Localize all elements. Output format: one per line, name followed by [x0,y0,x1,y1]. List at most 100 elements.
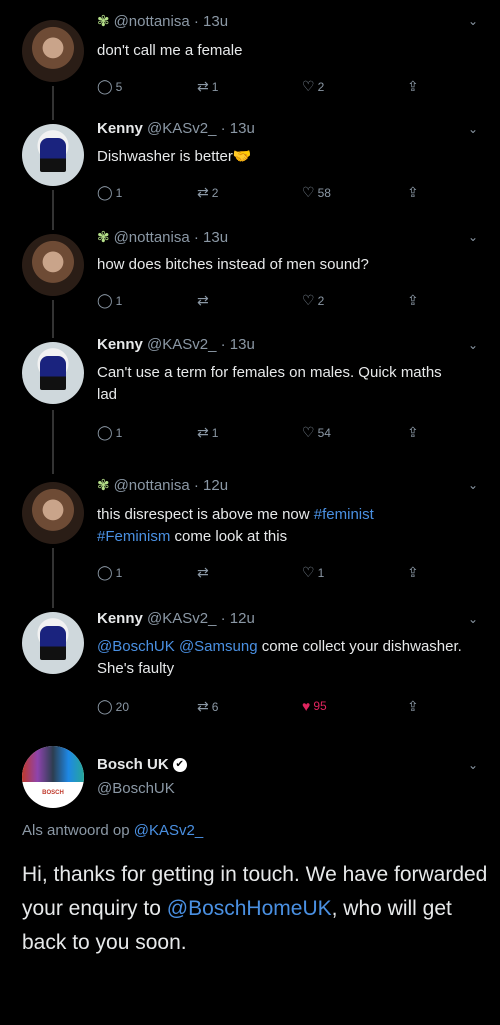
tweet-header: Kenny @KASv2_ · 13u [97,120,255,137]
chevron-down-icon[interactable]: ⌄ [468,478,478,492]
share-icon: ⇪ [407,78,419,94]
tweet-thread: ✾ @nottanisa · 13u ⌄ don't call me a fema… [0,0,500,1025]
replying-to: Als antwoord op @KASv2_ [22,822,204,839]
heart-icon: ♡ [302,78,315,94]
verified-icon: ✔ [172,758,187,773]
chevron-down-icon[interactable]: ⌄ [468,122,478,136]
reply-button[interactable]: ◯ 5 [97,78,122,95]
retweet-icon: ⇄ [197,292,209,308]
butterfly-icon: ✾ [97,229,110,246]
hashtag-link[interactable]: #feminist [314,506,374,523]
reply-icon: ◯ [97,564,113,580]
reply-icon: ◯ [97,292,113,308]
tweet-text: this disrespect is above me now #feminis… [97,506,374,545]
avatar[interactable] [22,234,84,296]
heart-icon: ♥ [302,698,311,714]
share-button[interactable]: ⇪ [407,698,419,715]
retweet-icon: ⇄ [197,564,209,580]
timestamp[interactable]: 12u [203,477,228,494]
avatar[interactable] [22,482,84,544]
mention-link[interactable]: @KASv2_ [134,822,203,839]
share-button[interactable]: ⇪ [407,424,419,441]
tweet-actions: ◯ 1 ⇄ ♡ 1 ⇪ [97,564,427,582]
share-icon: ⇪ [407,698,419,714]
avatar[interactable]: BOSCH [22,746,84,808]
tweet-text: Dishwasher is better🤝 [97,148,252,165]
timestamp[interactable]: 13u [203,13,228,30]
reply-button[interactable]: ◯ 1 [97,184,122,201]
mention-link[interactable]: @Samsung [179,638,258,655]
like-button[interactable]: ♡ 54 [302,424,331,441]
brand-stripes [22,746,84,782]
tweet-header: ✾ @nottanisa · 13u [97,229,229,246]
user-name[interactable]: Kenny [97,336,143,353]
user-name[interactable]: Bosch UK [97,756,169,773]
user-handle[interactable]: @KASv2_ [147,610,216,627]
tweet-text: Can't use a term for females on males. Q… [97,364,442,403]
retweet-button[interactable]: ⇄ 1 [197,424,218,441]
user-name[interactable]: Kenny [97,120,143,137]
chevron-down-icon[interactable]: ⌄ [468,14,478,28]
chevron-down-icon[interactable]: ⌄ [468,758,478,772]
tweet-header: Bosch UK ✔ [97,756,187,773]
tweet-text: @BoschUK @Samsung come collect your dish… [97,638,462,677]
chevron-down-icon[interactable]: ⌄ [468,338,478,352]
mention-link[interactable]: @BoschHomeUK [167,897,332,920]
user-handle-row: @BoschUK [97,780,175,797]
retweet-icon: ⇄ [197,184,209,200]
chevron-down-icon[interactable]: ⌄ [468,612,478,626]
share-icon: ⇪ [407,564,419,580]
like-button[interactable]: ♡ 58 [302,184,331,201]
reply-icon: ◯ [97,698,113,714]
reply-button[interactable]: ◯ 1 [97,292,122,309]
retweet-button[interactable]: ⇄ [197,292,212,309]
user-handle[interactable]: @BoschUK [97,780,175,797]
heart-icon: ♡ [302,564,315,580]
like-button[interactable]: ♡ 1 [302,564,324,581]
handshake-emoji: 🤝 [232,148,252,165]
share-button[interactable]: ⇪ [407,184,419,201]
like-button[interactable]: ♡ 2 [302,292,324,309]
mention-link[interactable]: @BoschUK [97,638,175,655]
like-button[interactable]: ♡ 2 [302,78,324,95]
thread-line [52,548,54,608]
timestamp[interactable]: 12u [230,610,255,627]
avatar[interactable] [22,124,84,186]
logo-word: BOSCH [42,790,64,796]
share-button[interactable]: ⇪ [407,292,419,309]
tweet-header: ✾ @nottanisa · 12u [97,477,229,494]
user-handle[interactable]: @nottanisa [114,229,190,246]
butterfly-icon: ✾ [97,477,110,494]
butterfly-icon: ✾ [97,13,110,30]
tweet-actions: ◯ 1 ⇄ 2 ♡ 58 ⇪ [97,184,427,202]
tweet-actions: ◯ 5 ⇄ 1 ♡ 2 ⇪ [97,78,427,96]
avatar[interactable] [22,20,84,82]
tweet-actions: ◯ 1 ⇄ ♡ 2 ⇪ [97,292,427,310]
share-button[interactable]: ⇪ [407,78,419,95]
avatar[interactable] [22,342,84,404]
user-handle[interactable]: @KASv2_ [147,120,216,137]
retweet-button[interactable]: ⇄ [197,564,212,581]
user-handle[interactable]: @nottanisa [114,13,190,30]
retweet-button[interactable]: ⇄ 6 [197,698,218,715]
avatar[interactable] [22,612,84,674]
chevron-down-icon[interactable]: ⌄ [468,230,478,244]
share-button[interactable]: ⇪ [407,564,419,581]
user-handle[interactable]: @nottanisa [114,477,190,494]
user-handle[interactable]: @KASv2_ [147,336,216,353]
reply-button[interactable]: ◯ 1 [97,424,122,441]
timestamp[interactable]: 13u [230,336,255,353]
reply-button[interactable]: ◯ 20 [97,698,129,715]
hashtag-link[interactable]: #Feminism [97,528,170,545]
like-button[interactable]: ♥ 95 [302,698,327,714]
tweet-actions: ◯ 1 ⇄ 1 ♡ 54 ⇪ [97,424,427,442]
reply-button[interactable]: ◯ 1 [97,564,122,581]
tweet-header: Kenny @KASv2_ · 12u [97,610,255,627]
retweet-button[interactable]: ⇄ 1 [197,78,218,95]
thread-line [52,300,54,338]
share-icon: ⇪ [407,292,419,308]
user-name[interactable]: Kenny [97,610,143,627]
retweet-button[interactable]: ⇄ 2 [197,184,218,201]
timestamp[interactable]: 13u [230,120,255,137]
timestamp[interactable]: 13u [203,229,228,246]
